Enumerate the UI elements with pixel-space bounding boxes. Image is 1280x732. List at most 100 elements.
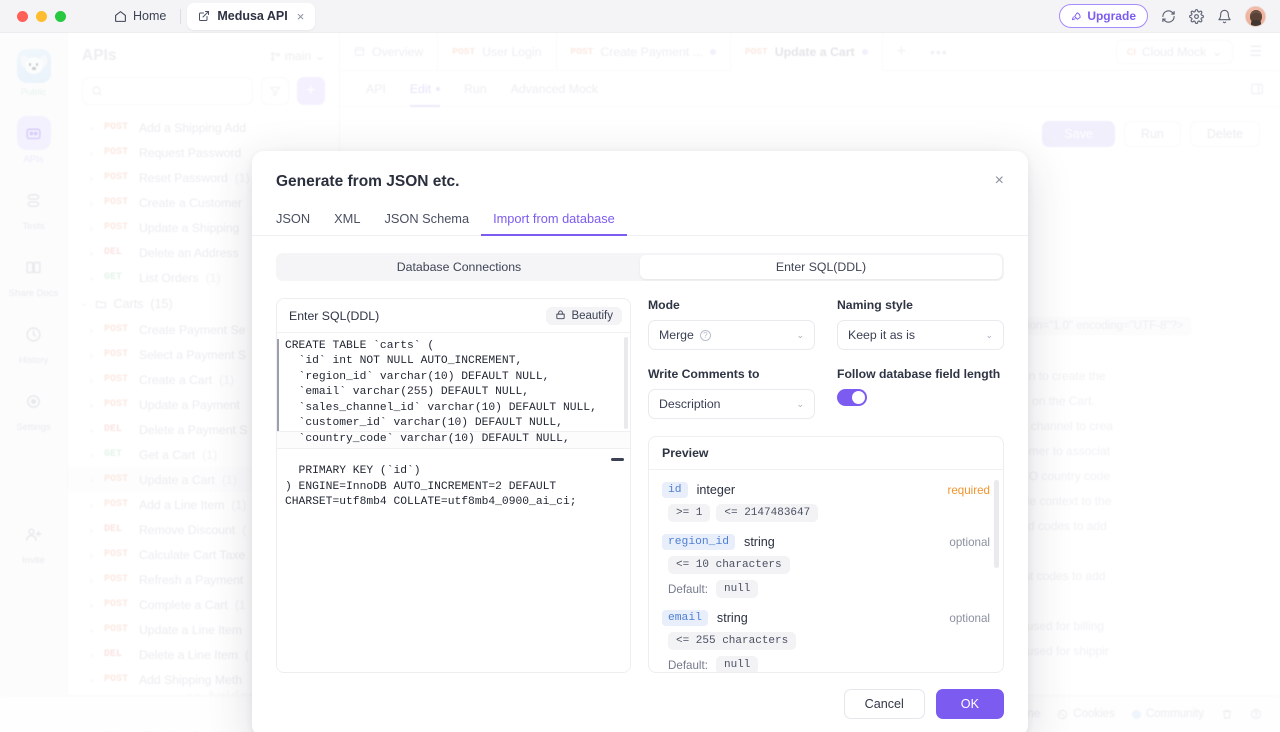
preview-panel: Preview id integer required >= 1 <= 2147… bbox=[648, 436, 1004, 673]
close-icon[interactable]: × bbox=[995, 173, 1004, 189]
chevron-down-icon: ⌄ bbox=[796, 329, 804, 340]
field-type: string bbox=[744, 535, 775, 549]
dialog-header: Generate from JSON etc. × bbox=[252, 151, 1028, 191]
bell-icon[interactable] bbox=[1217, 9, 1232, 24]
dialog-footer: Cancel OK bbox=[252, 673, 1028, 732]
sql-code[interactable]: CREATE TABLE `carts` ( `id` int NOT NULL… bbox=[277, 333, 630, 516]
status-badge: optional bbox=[949, 611, 990, 625]
default-label: Default: bbox=[668, 582, 708, 596]
help-icon[interactable]: ? bbox=[699, 329, 711, 341]
naming-style-select[interactable]: Keep it as is ⌄ bbox=[837, 320, 1004, 350]
status-badge: required bbox=[947, 483, 990, 497]
preview-field-email: email string optional <= 255 characters … bbox=[662, 610, 990, 672]
write-comments-value: Description bbox=[659, 397, 721, 411]
title-bar: Home Medusa API × Upgrade bbox=[0, 0, 1280, 33]
write-comments-select[interactable]: Description ⌄ bbox=[648, 389, 815, 419]
tab-json-schema[interactable]: JSON Schema bbox=[372, 211, 481, 235]
naming-style-field: Naming style Keep it as is ⌄ bbox=[837, 298, 1004, 350]
mode-value: Merge bbox=[659, 328, 694, 342]
field-length-field: Follow database field length bbox=[837, 350, 1004, 419]
field-key: region_id bbox=[662, 534, 736, 550]
avatar[interactable] bbox=[1245, 5, 1266, 27]
ok-button[interactable]: OK bbox=[935, 689, 1004, 719]
preview-field-row: id integer required bbox=[662, 482, 990, 498]
external-link-icon bbox=[198, 10, 210, 22]
preview-body[interactable]: id integer required >= 1 <= 2147483647 r… bbox=[649, 470, 1003, 672]
title-bar-actions: Upgrade bbox=[1059, 4, 1280, 28]
naming-style-label: Naming style bbox=[837, 298, 913, 312]
field-key: id bbox=[662, 482, 688, 498]
document-tab-medusa-api[interactable]: Medusa API × bbox=[187, 2, 316, 30]
mode-label: Mode bbox=[648, 298, 680, 312]
sql-code-before: CREATE TABLE `carts` ( `id` int NOT NULL… bbox=[285, 340, 597, 430]
field-key: email bbox=[662, 610, 708, 626]
preview-field-row: region_id string optional bbox=[662, 534, 990, 550]
options-panel: Mode Merge ? ⌄ Naming style Keep it as i… bbox=[648, 298, 1004, 673]
sql-vertical-scrollbar[interactable] bbox=[624, 337, 628, 429]
preview-field-row: email string optional bbox=[662, 610, 990, 626]
sync-icon[interactable] bbox=[1161, 9, 1176, 24]
constraint-chip: <= 255 characters bbox=[668, 632, 797, 650]
constraint-chip: <= 10 characters bbox=[668, 556, 790, 574]
source-segmented-control: Database Connections Enter SQL(DDL) bbox=[276, 253, 1004, 281]
home-label: Home bbox=[133, 9, 167, 23]
upgrade-button[interactable]: Upgrade bbox=[1059, 4, 1148, 28]
upgrade-label: Upgrade bbox=[1087, 9, 1136, 23]
divider bbox=[180, 8, 182, 24]
constraint-chip: <= 2147483647 bbox=[716, 504, 819, 522]
default-label: Default: bbox=[668, 658, 708, 672]
dialog-tabs: JSON XML JSON Schema Import from databas… bbox=[252, 211, 1028, 236]
document-tab-label: Medusa API bbox=[217, 9, 288, 23]
segment-enter-sql-ddl[interactable]: Enter SQL(DDL) bbox=[640, 255, 1002, 279]
preview-scrollbar[interactable] bbox=[994, 480, 999, 568]
mode-field: Mode Merge ? ⌄ bbox=[648, 298, 815, 350]
minimize-window-button[interactable] bbox=[36, 10, 47, 22]
field-type: integer bbox=[696, 483, 736, 497]
dialog-title: Generate from JSON etc. bbox=[276, 173, 460, 190]
beautify-label: Beautify bbox=[571, 309, 613, 322]
write-comments-field: Write Comments to Description ⌄ bbox=[648, 350, 815, 419]
tab-json[interactable]: JSON bbox=[276, 211, 322, 235]
app-window: Home Medusa API × Upgrade Public APIs Te… bbox=[0, 0, 1280, 732]
cancel-button[interactable]: Cancel bbox=[843, 689, 925, 719]
write-comments-label: Write Comments to bbox=[648, 367, 760, 381]
dialog-body: Enter SQL(DDL) Beautify CREATE TABLE `ca… bbox=[252, 281, 1028, 673]
sql-editor-header: Enter SQL(DDL) Beautify bbox=[277, 299, 630, 333]
default-value: null bbox=[715, 580, 759, 598]
tab-import-from-database[interactable]: Import from database bbox=[481, 211, 627, 236]
sql-editor-body[interactable]: CREATE TABLE `carts` ( `id` int NOT NULL… bbox=[277, 333, 630, 672]
preview-field-region-id: region_id string optional <= 10 characte… bbox=[662, 534, 990, 598]
sql-horizontal-scrollbar[interactable] bbox=[611, 458, 624, 461]
segment-database-connections[interactable]: Database Connections bbox=[278, 255, 640, 279]
sql-editor-title: Enter SQL(DDL) bbox=[289, 308, 380, 323]
field-default: Default: null bbox=[662, 656, 990, 672]
sql-editor-panel: Enter SQL(DDL) Beautify CREATE TABLE `ca… bbox=[276, 298, 631, 673]
chevron-down-icon: ⌄ bbox=[985, 329, 993, 340]
field-type: string bbox=[716, 611, 748, 625]
sql-active-line: `country_code` varchar(10) DEFAULT NULL, bbox=[277, 431, 630, 449]
preview-field-id: id integer required >= 1 <= 2147483647 bbox=[662, 482, 990, 522]
maximize-window-button[interactable] bbox=[55, 10, 66, 22]
constraint-chip: >= 1 bbox=[668, 504, 711, 522]
field-length-label: Follow database field length bbox=[837, 367, 1001, 381]
gear-icon[interactable] bbox=[1189, 8, 1204, 24]
mode-select[interactable]: Merge ? ⌄ bbox=[648, 320, 815, 350]
status-badge: optional bbox=[949, 535, 990, 549]
field-length-toggle[interactable] bbox=[837, 389, 867, 406]
field-constraints: <= 10 characters bbox=[662, 556, 990, 574]
naming-style-value: Keep it as is bbox=[848, 328, 915, 342]
field-constraints: <= 255 characters bbox=[662, 632, 990, 650]
window-controls[interactable] bbox=[0, 10, 66, 22]
home-icon bbox=[114, 10, 127, 23]
generate-from-json-dialog: Generate from JSON etc. × JSON XML JSON … bbox=[252, 151, 1028, 732]
beautify-icon bbox=[555, 310, 566, 321]
close-icon[interactable]: × bbox=[297, 9, 305, 24]
default-value: null bbox=[715, 656, 759, 672]
sql-code-after: PRIMARY KEY (`id`) ) ENGINE=InnoDB AUTO_… bbox=[285, 465, 577, 509]
beautify-button[interactable]: Beautify bbox=[546, 306, 622, 325]
close-window-button[interactable] bbox=[17, 10, 28, 22]
tab-xml[interactable]: XML bbox=[322, 211, 372, 235]
home-tab[interactable]: Home bbox=[106, 5, 174, 27]
field-constraints: >= 1 <= 2147483647 bbox=[662, 504, 990, 522]
preview-title: Preview bbox=[649, 437, 1003, 470]
